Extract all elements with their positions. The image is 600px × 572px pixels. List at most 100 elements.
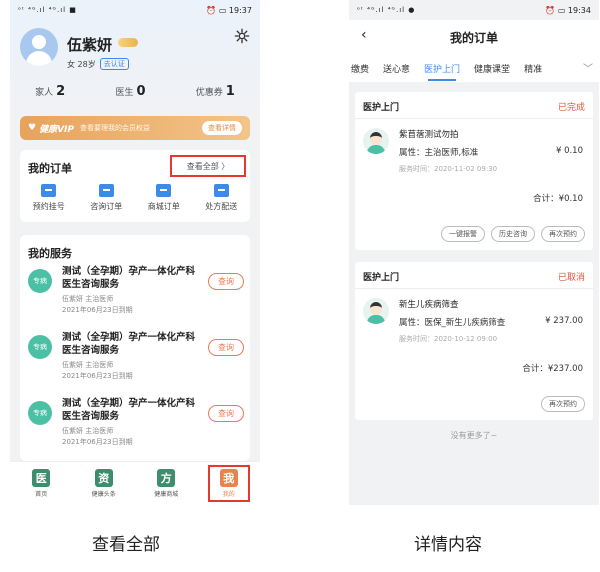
verify-button[interactable]: 去认证 [99,58,129,70]
tab-mine[interactable]: 我我的 [207,465,250,502]
divider [355,118,593,119]
orders-card: 我的订单 查看全部 〉 预约挂号 咨询订单 商城订单 处方配送 [20,150,250,222]
truck-icon [213,184,229,197]
order-appointment[interactable]: 预约挂号 [33,184,65,212]
order-mall[interactable]: 商城订单 [148,184,180,212]
gear-icon[interactable] [234,28,250,44]
doctor-avatar [363,298,389,324]
tab-home-visit[interactable]: 医护上门 [424,62,460,81]
service-title: 测试（全孕期）孕产一体化产科医生咨询服务 [62,266,196,290]
service-title: 测试（全孕期）孕产一体化产科医生咨询服务 [62,332,196,356]
tab-news[interactable]: 资健康头条 [83,469,125,498]
order-types: 预约挂号 咨询订单 商城订单 处方配送 [20,184,250,212]
specialty-badge: 专病 [28,401,52,425]
stat-family[interactable]: 家人 2 [35,84,65,99]
calendar-icon [41,184,57,197]
order-total: 合计：¥0.10 [533,194,583,204]
order-type: 医护上门 [363,273,400,283]
news-icon: 资 [94,469,113,487]
order-category-tabs: 缴费 送心意 医护上门 健康课堂 精准 ﹀ [349,54,599,82]
bottom-tab-bar: 医首页 资健康头条 方健康商城 我我的 [10,461,260,505]
signal-indicators: ᵒᵗ ⁴ᴳ.ıl ⁴ᴳ.ıl ● [357,6,416,14]
query-button[interactable]: 查询 [208,339,244,356]
user-meta: 女 28岁 去认证 [67,58,129,70]
tab-home[interactable]: 医首页 [20,469,62,498]
order-card[interactable]: 医护上门 已完成 紫苜蓿测试勿拍 属性：主治医师,标准 ¥ 0.10 服务时间：… [355,92,593,250]
tab-precision[interactable]: 精准 [524,62,542,75]
specialty-badge: 专病 [28,269,52,293]
view-all-orders-button[interactable]: 查看全部 〉 [170,155,246,177]
order-status: 已取消 [557,273,585,283]
service-item[interactable]: 专病 测试（全孕期）孕产一体化产科医生咨询服务 伍紫妍 主治医师 2021年06月… [28,265,244,325]
divider [355,288,593,289]
tab-mall[interactable]: 方健康商城 [145,469,187,498]
mall-icon: 方 [157,469,176,487]
stats-row: 家人 2 医生 0 优惠券 1 [10,84,260,99]
order-status: 已完成 [557,103,585,113]
service-meta: 伍紫妍 主治医师 2021年06月23日到期 [62,361,133,380]
profile-screen: ᵒᵗ ⁴ᴳ.ıl ⁴ᴳ.ıl ■ ⏰ ▭ 19:37 伍紫妍 女 28岁 去认证… [10,0,260,505]
status-clock: ⏰ ▭ 19:37 [206,5,252,15]
order-actions: 再次预约 [541,396,585,412]
service-title: 测试（全孕期）孕产一体化产科医生咨询服务 [62,398,196,422]
stat-doctor[interactable]: 医生 0 [115,84,145,99]
order-type: 医护上门 [363,103,400,113]
caption-view-all: 查看全部 [92,535,160,555]
order-prescription[interactable]: 处方配送 [205,184,237,212]
rebook-button[interactable]: 再次预约 [541,226,585,242]
status-bar: ᵒᵗ ⁴ᴳ.ıl ⁴ᴳ.ıl ● ⏰ ▭ 19:34 [349,0,599,20]
chevron-down-icon[interactable]: ﹀ [583,60,593,75]
page-title: 我的订单 [449,31,498,45]
order-card[interactable]: 医护上门 已取消 新生儿疾病筛查 属性：医保_新生儿疾病筛查 ¥ 237.00 … [355,262,593,420]
vip-title: 健康VIP [39,124,74,135]
service-attribute: 属性：医保_新生儿疾病筛查 [399,318,506,328]
service-name: 新生儿疾病筛查 [399,300,459,310]
nav-header: ‹ 我的订单 [349,20,599,54]
caption-detail: 详情内容 [414,535,482,555]
status-clock: ⏰ ▭ 19:34 [545,5,591,15]
unit-price: ¥ 0.10 [555,146,583,156]
service-item[interactable]: 专病 测试（全孕期）孕产一体化产科医生咨询服务 伍紫妍 主治医师 2021年06月… [28,331,244,391]
service-time: 服务时间：2020-10-12 09:00 [399,335,498,343]
avatar[interactable] [20,28,58,66]
home-icon: 医 [32,469,51,487]
order-consult[interactable]: 咨询订单 [90,184,122,212]
vip-badge-icon [118,38,138,47]
user-profile[interactable]: 伍紫妍 女 28岁 去认证 [20,28,250,74]
history-consult-button[interactable]: 历史咨询 [491,226,535,242]
services-card: 我的服务 专病 测试（全孕期）孕产一体化产科医生咨询服务 伍紫妍 主治医师 202… [20,235,250,461]
vip-description: 查看要理我的会员权益 [80,124,150,132]
order-total: 合计：¥237.00 [522,364,583,374]
query-button[interactable]: 查询 [208,405,244,422]
order-actions: 一键报警 历史咨询 再次预约 [441,226,585,242]
chat-icon [98,184,114,197]
vip-details-button[interactable]: 查看详情 [202,121,242,135]
mine-icon: 我 [219,469,238,487]
user-name: 伍紫妍 [67,36,113,54]
service-meta: 伍紫妍 主治医师 2021年06月23日到期 [62,427,133,446]
rebook-button[interactable]: 再次预约 [541,396,585,412]
orders-title: 我的订单 [28,162,72,175]
tab-gift[interactable]: 送心意 [383,62,410,75]
service-name: 紫苜蓿测试勿拍 [399,130,459,140]
service-meta: 伍紫妍 主治医师 2021年06月23日到期 [62,295,133,314]
query-button[interactable]: 查询 [208,273,244,290]
gender-age: 女 28岁 [67,59,96,69]
services-title: 我的服务 [28,247,72,260]
shop-icon [156,184,172,197]
service-item[interactable]: 专病 测试（全孕期）孕产一体化产科医生咨询服务 伍紫妍 主治医师 2021年06月… [28,397,244,457]
tab-payment[interactable]: 缴费 [351,62,369,75]
orders-screen: ᵒᵗ ⁴ᴳ.ıl ⁴ᴳ.ıl ● ⏰ ▭ 19:34 ‹ 我的订单 缴费 送心意… [349,0,599,505]
doctor-avatar [363,128,389,154]
signal-indicators: ᵒᵗ ⁴ᴳ.ıl ⁴ᴳ.ıl ■ [18,6,77,14]
specialty-badge: 专病 [28,335,52,359]
unit-price: ¥ 237.00 [545,316,583,326]
stat-coupon[interactable]: 优惠券 1 [196,84,235,99]
tab-health-class[interactable]: 健康课堂 [474,62,510,75]
alarm-button[interactable]: 一键报警 [441,226,485,242]
heart-icon: ♥ [28,123,37,133]
service-time: 服务时间：2020-11-02 09:30 [399,165,498,173]
vip-banner[interactable]: ♥ 健康VIP 查看要理我的会员权益 查看详情 [20,116,250,140]
service-attribute: 属性：主治医师,标准 [399,148,479,158]
status-bar: ᵒᵗ ⁴ᴳ.ıl ⁴ᴳ.ıl ■ ⏰ ▭ 19:37 [10,0,260,20]
